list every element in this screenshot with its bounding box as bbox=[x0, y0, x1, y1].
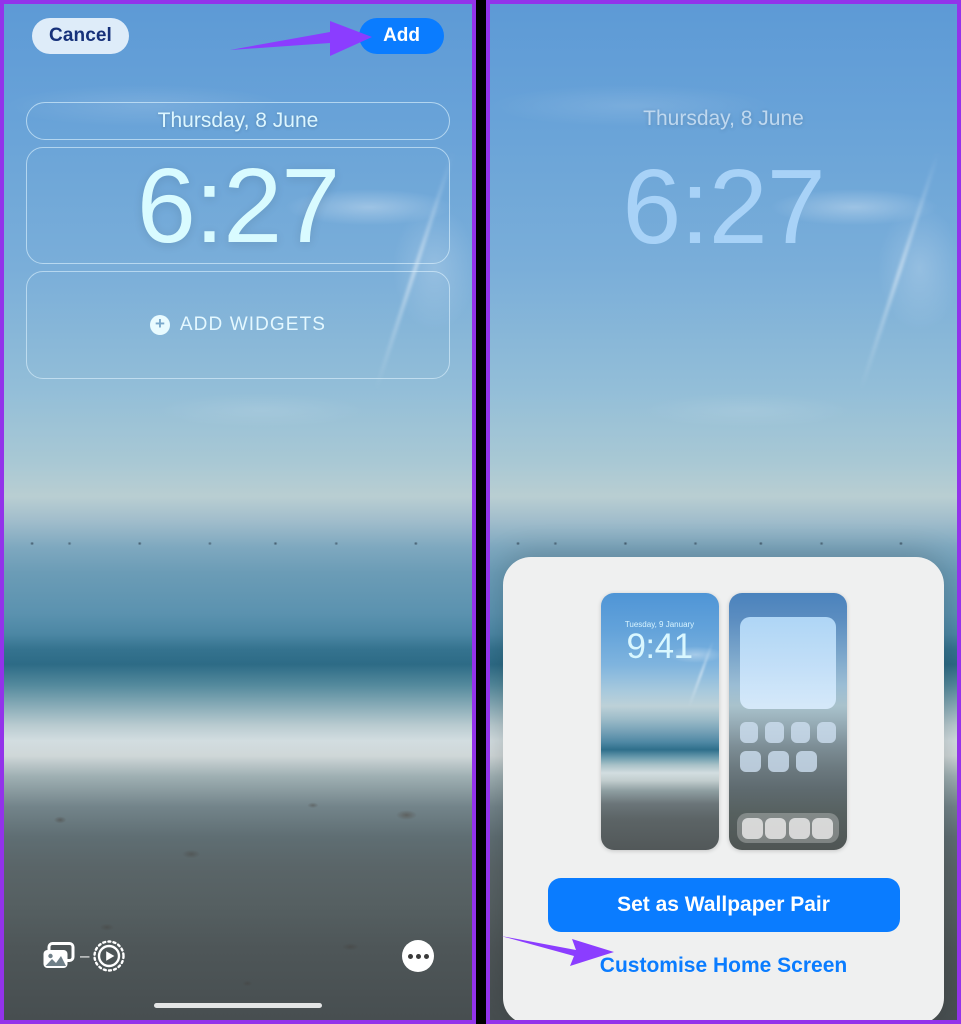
lock-screen-editor-panel: Cancel Add Thursday, 8 June 6:27 + ADD W… bbox=[0, 0, 476, 1024]
preview-large-widget bbox=[739, 617, 836, 709]
set-as-wallpaper-pair-button[interactable]: Set as Wallpaper Pair bbox=[547, 878, 900, 932]
app-icon bbox=[767, 751, 789, 772]
lock-screen-tools: – bbox=[4, 940, 472, 972]
preview-icon-row-2 bbox=[739, 751, 836, 772]
time-label: 6:27 bbox=[136, 146, 340, 265]
preview-time-label: 6:27 bbox=[622, 148, 825, 266]
app-icon bbox=[791, 722, 810, 743]
clock-field-box[interactable]: 6:27 bbox=[26, 147, 450, 264]
wallpaper-pair-panel: Thursday, 8 June 6:27 Tuesday, 9 January… bbox=[486, 0, 961, 1024]
tool-separator: – bbox=[80, 946, 90, 965]
dock-icon bbox=[765, 817, 787, 839]
plus-icon: + bbox=[149, 315, 170, 335]
date-label: Thursday, 8 June bbox=[157, 109, 319, 132]
app-icon bbox=[816, 722, 836, 743]
home-indicator bbox=[154, 1003, 322, 1008]
screenshot-root: Cancel Add Thursday, 8 June 6:27 + ADD W… bbox=[0, 0, 961, 1024]
wallpaper-pair-sheet: Tuesday, 9 January 9:41 Set as Wallpaper… bbox=[503, 557, 944, 1020]
cancel-button[interactable]: Cancel bbox=[32, 18, 129, 54]
wallpaper-pair-previews: Tuesday, 9 January 9:41 bbox=[600, 593, 847, 850]
dock-icon bbox=[741, 817, 763, 839]
customise-home-screen-link[interactable]: Customise Home Screen bbox=[600, 954, 847, 978]
add-button[interactable]: Add bbox=[359, 18, 444, 54]
preview-date-label: Thursday, 8 June bbox=[643, 107, 804, 130]
date-field-box[interactable]: Thursday, 8 June bbox=[26, 102, 450, 140]
app-icon bbox=[739, 751, 761, 772]
app-icon bbox=[795, 751, 817, 772]
preview-lock-time: 9:41 bbox=[626, 627, 693, 666]
horizon-boats bbox=[490, 542, 957, 546]
app-icon bbox=[765, 722, 784, 743]
more-ellipsis-icon[interactable] bbox=[402, 940, 434, 972]
dock-icon bbox=[812, 817, 834, 839]
dock-icon bbox=[788, 817, 810, 839]
editor-toolbar: Cancel Add bbox=[4, 18, 472, 54]
lock-screen-preview[interactable]: Tuesday, 9 January 9:41 bbox=[600, 593, 719, 850]
preview-dock bbox=[736, 813, 839, 843]
live-photo-play-icon[interactable] bbox=[93, 940, 126, 972]
home-screen-preview[interactable] bbox=[728, 593, 847, 850]
preview-icon-row-1 bbox=[739, 722, 836, 743]
photo-stack-icon[interactable] bbox=[42, 942, 76, 970]
horizon-boats bbox=[4, 542, 472, 546]
add-widgets-label: ADD WIDGETS bbox=[179, 314, 327, 335]
app-icon bbox=[739, 722, 759, 743]
add-widgets-box[interactable]: + ADD WIDGETS bbox=[26, 271, 450, 379]
